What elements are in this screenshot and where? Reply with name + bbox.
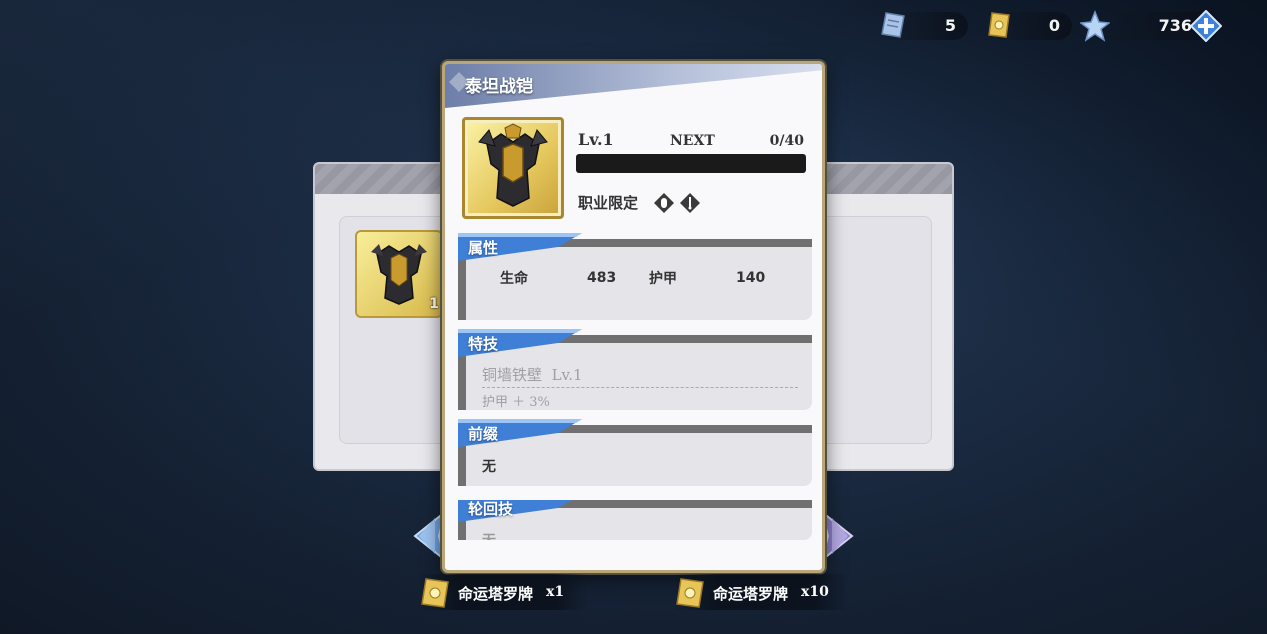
reincarnation-skill-value: 无 xyxy=(482,530,496,540)
item-level: Lv.1 xyxy=(578,130,614,149)
attributes-title: 属性 xyxy=(468,239,499,257)
thumbnail-count: 1 xyxy=(429,296,439,312)
armor-icon xyxy=(478,123,548,207)
special-skill-title: 特技 xyxy=(468,335,499,353)
tarot-card-icon xyxy=(418,576,452,614)
draw-x10-label: 命运塔罗牌 xyxy=(713,585,789,603)
skill-level: Lv.1 xyxy=(551,366,583,384)
star-crystal-count: 736 xyxy=(1158,16,1192,35)
item-detail-card: 泰坦战铠 Lv.1 NEXT 0/40 职业限定 属性 生命 483 护甲 14… xyxy=(442,61,825,573)
exp-progress-bar xyxy=(576,154,806,173)
star-crystal-counter: 736 xyxy=(1079,9,1223,43)
item-icon xyxy=(462,117,564,219)
reincarnation-skill-section: 轮回技 无 xyxy=(458,500,812,540)
ticket-count: 5 xyxy=(944,16,956,35)
prefix-title: 前缀 xyxy=(468,425,499,443)
skill-divider xyxy=(482,387,798,388)
draw-x1-label: 命运塔罗牌 xyxy=(458,585,534,603)
skill-name: 铜墙铁壁 Lv.1 xyxy=(482,364,583,385)
hp-label: 生命 xyxy=(500,271,528,287)
tarot-count: 0 xyxy=(1048,16,1060,35)
armor-value: 140 xyxy=(736,270,766,286)
class-shield-icon[interactable] xyxy=(653,192,675,214)
draw-x1-button[interactable]: 命运塔罗牌 x1 xyxy=(418,574,588,610)
armor-label: 护甲 xyxy=(649,271,677,287)
tarot-card-icon xyxy=(673,576,707,614)
draw-x10-button[interactable]: 命运塔罗牌 x10 xyxy=(673,574,848,610)
hp-value: 483 xyxy=(587,270,617,286)
reincarnation-skill-title: 轮回技 xyxy=(468,500,514,518)
attributes-section: 属性 生命 483 护甲 140 xyxy=(458,233,812,320)
equipment-thumbnail[interactable]: 1 xyxy=(355,230,443,318)
draw-x10-qty: x10 xyxy=(801,584,829,600)
class-sword-icon[interactable] xyxy=(679,192,701,214)
draw-x1-qty: x1 xyxy=(546,584,565,600)
class-restriction-label: 职业限定 xyxy=(578,194,639,212)
add-currency-button[interactable] xyxy=(1189,9,1223,46)
item-name: 泰坦战铠 xyxy=(465,77,533,97)
skill-name-text: 铜墙铁壁 xyxy=(482,366,543,384)
prefix-value: 无 xyxy=(482,459,496,475)
ticket-icon xyxy=(880,10,908,44)
ticket-counter: 5 xyxy=(880,12,968,40)
prefix-section: 前缀 无 xyxy=(458,419,812,486)
exp-text: 0/40 xyxy=(769,133,804,149)
star-crystal-icon xyxy=(1079,9,1111,46)
skill-effect: 护甲 ＋ 3% xyxy=(482,395,550,410)
next-label: NEXT xyxy=(670,133,715,149)
tarot-card-icon xyxy=(986,10,1012,44)
special-skill-section: 特技 铜墙铁壁 Lv.1 护甲 ＋ 3% xyxy=(458,329,812,410)
tarot-counter: 0 xyxy=(986,12,1072,40)
